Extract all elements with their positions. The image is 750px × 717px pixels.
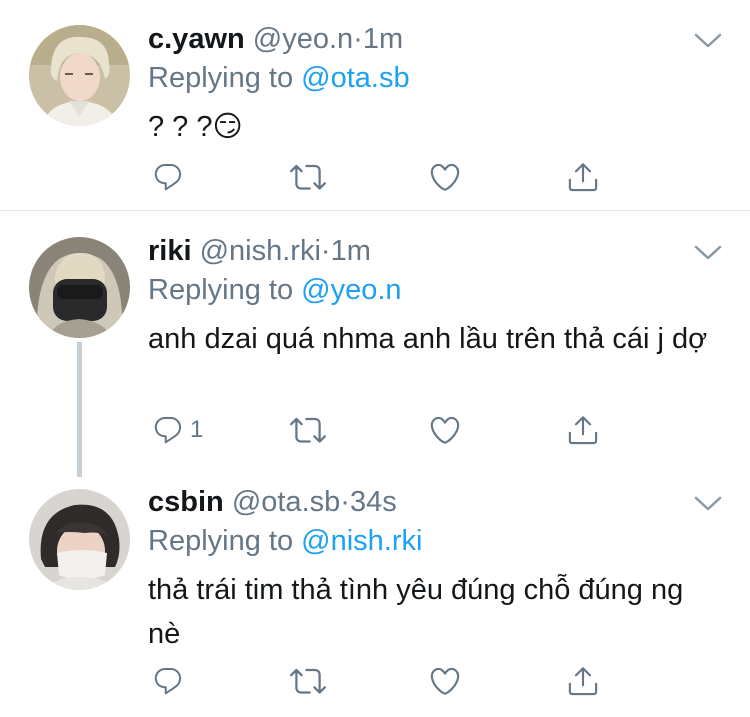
chevron-down-icon[interactable] bbox=[694, 30, 722, 50]
like-button[interactable] bbox=[428, 661, 462, 701]
replying-to-label: Replying to bbox=[148, 274, 294, 306]
like-button[interactable] bbox=[428, 410, 462, 450]
share-button[interactable] bbox=[566, 410, 600, 450]
chevron-down-icon[interactable] bbox=[694, 242, 722, 262]
separator-dot: · bbox=[320, 235, 331, 267]
avatar[interactable] bbox=[29, 489, 130, 590]
like-icon bbox=[428, 160, 462, 194]
replying-to-line: Replying to @yeo.n bbox=[148, 273, 402, 307]
reply-button[interactable] bbox=[152, 661, 190, 701]
separator-dot: · bbox=[353, 23, 363, 55]
reply-icon bbox=[152, 161, 184, 193]
reply-button[interactable]: 1 bbox=[152, 410, 203, 450]
avatar-image bbox=[29, 237, 130, 338]
user-handle[interactable]: @yeo.n bbox=[253, 23, 353, 55]
retweet-button[interactable] bbox=[290, 410, 326, 450]
retweet-button[interactable] bbox=[290, 157, 326, 197]
avatar-image bbox=[29, 25, 130, 126]
tweet-actions: 1 bbox=[148, 410, 618, 450]
share-icon bbox=[566, 413, 600, 447]
retweet-button[interactable] bbox=[290, 661, 326, 701]
tweet-text: ? ? ?😏 bbox=[148, 111, 243, 143]
share-icon bbox=[566, 664, 600, 698]
reply-icon bbox=[152, 414, 184, 446]
user-handle[interactable]: @ota.sb bbox=[232, 486, 340, 518]
tweet[interactable]: csbin @ota.sb·34s Replying to @nish.rki … bbox=[0, 462, 750, 717]
user-handle[interactable]: @nish.rki bbox=[200, 235, 321, 267]
replying-to-label: Replying to bbox=[148, 525, 294, 557]
display-name[interactable]: c.yawn bbox=[148, 23, 245, 55]
tweet[interactable]: c.yawn @yeo.n·1m Replying to @ota.sb ? ?… bbox=[0, 0, 750, 212]
replying-to-line: Replying to @ota.sb bbox=[148, 61, 410, 95]
timestamp[interactable]: 1m bbox=[331, 235, 371, 267]
avatar[interactable] bbox=[29, 237, 130, 338]
retweet-icon bbox=[290, 663, 326, 699]
reply-count: 1 bbox=[190, 416, 204, 443]
display-name[interactable]: csbin bbox=[148, 486, 224, 518]
chevron-down-icon[interactable] bbox=[694, 493, 722, 513]
avatar[interactable] bbox=[29, 25, 130, 126]
reply-button[interactable] bbox=[152, 157, 190, 197]
separator-dot: · bbox=[340, 486, 350, 518]
retweet-icon bbox=[290, 159, 326, 195]
tweet-divider bbox=[0, 210, 750, 211]
tweet-actions bbox=[148, 661, 618, 701]
replying-to-handle[interactable]: @ota.sb bbox=[301, 62, 409, 94]
retweet-icon bbox=[290, 412, 326, 448]
timestamp[interactable]: 34s bbox=[350, 486, 397, 518]
share-button[interactable] bbox=[566, 661, 600, 701]
replying-to-label: Replying to bbox=[148, 62, 294, 94]
like-icon bbox=[428, 413, 462, 447]
share-icon bbox=[566, 160, 600, 194]
share-button[interactable] bbox=[566, 157, 600, 197]
reply-icon bbox=[152, 665, 184, 697]
replying-to-handle[interactable]: @nish.rki bbox=[301, 525, 422, 557]
replying-to-line: Replying to @nish.rki bbox=[148, 524, 422, 558]
tweet-header: riki @nish.rki·1m bbox=[148, 234, 371, 268]
tweet-header: csbin @ota.sb·34s bbox=[148, 485, 397, 519]
tweet-header: c.yawn @yeo.n·1m bbox=[148, 22, 403, 56]
tweet-text: thả trái tim thả tình yêu đúng chỗ đúng … bbox=[148, 574, 684, 650]
tweet[interactable]: riki @nish.rki·1m Replying to @yeo.n anh… bbox=[0, 212, 750, 477]
tweet-text: anh dzai quá nhma anh lầu trên thả cái j… bbox=[148, 323, 708, 355]
replying-to-handle[interactable]: @yeo.n bbox=[301, 274, 401, 306]
timestamp[interactable]: 1m bbox=[363, 23, 403, 55]
thread-line bbox=[77, 342, 82, 477]
avatar-image bbox=[29, 489, 130, 590]
tweet-actions bbox=[148, 157, 618, 197]
like-button[interactable] bbox=[428, 157, 462, 197]
display-name[interactable]: riki bbox=[148, 235, 192, 267]
like-icon bbox=[428, 664, 462, 698]
